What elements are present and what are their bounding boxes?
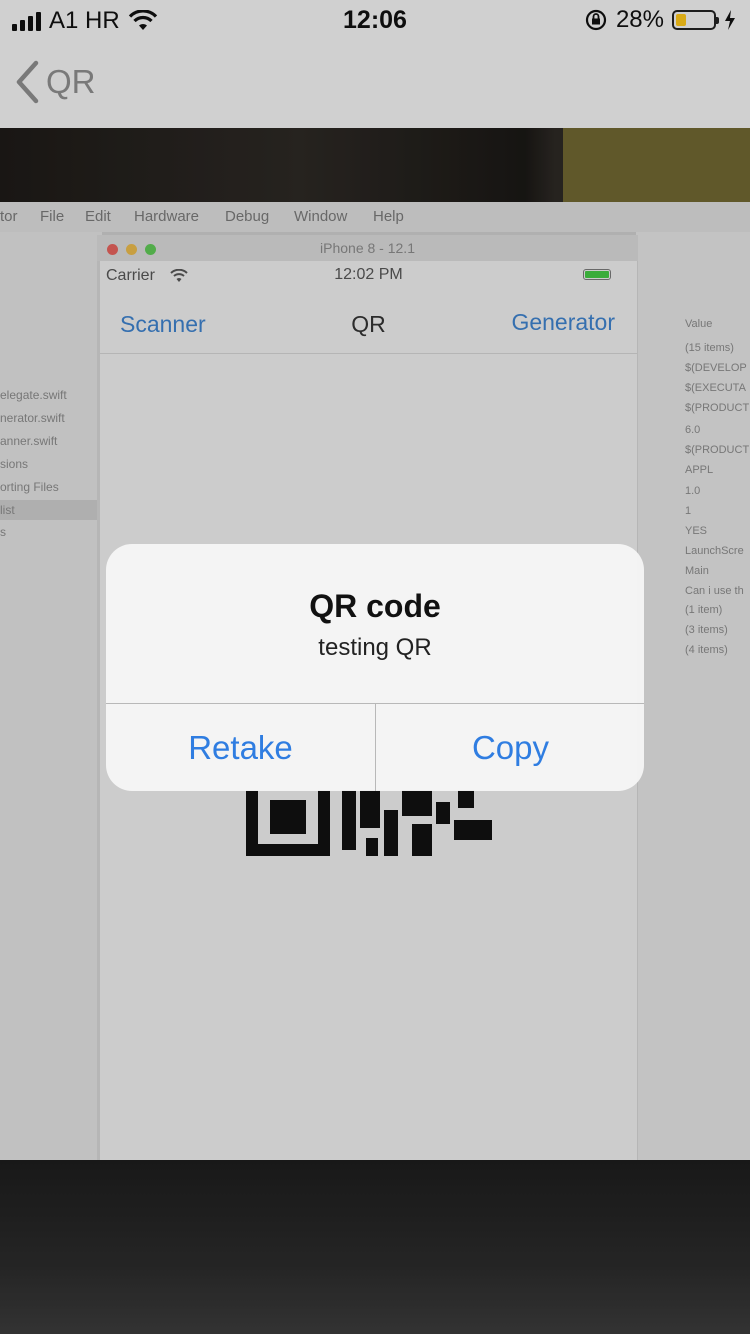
qr-result-alert: QR code testing QR Retake Copy [106,544,644,791]
alert-title: QR code [309,588,441,624]
alert-message: testing QR [318,634,432,661]
copy-button[interactable]: Copy [376,704,644,791]
retake-button[interactable]: Retake [106,704,375,791]
